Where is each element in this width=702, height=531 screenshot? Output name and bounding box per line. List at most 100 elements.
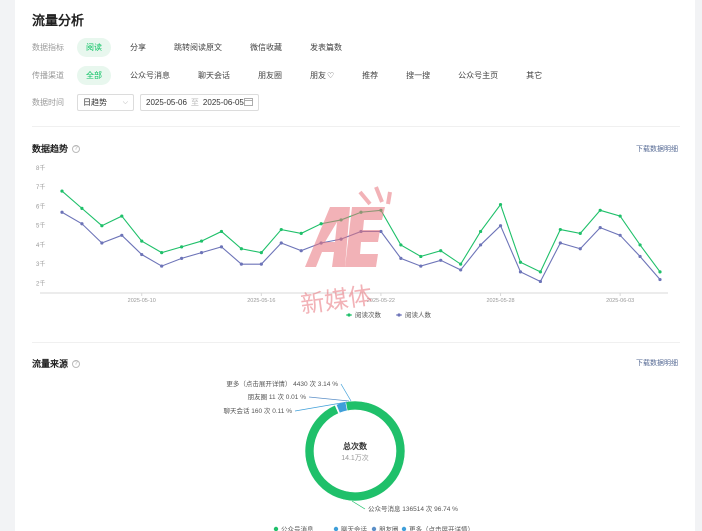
donut-legend-label: 更多（点击展开详情） xyxy=(409,525,474,531)
data-point xyxy=(498,224,503,228)
legend-swatch-dot xyxy=(397,313,401,317)
data-point xyxy=(558,241,562,245)
donut-center-value: 14.1万次 xyxy=(341,453,369,462)
time-row-label: 数据时间 xyxy=(32,98,64,107)
data-point xyxy=(598,208,602,212)
data-point xyxy=(578,231,582,235)
source-title: 流量来源 ? xyxy=(32,357,81,370)
donut-legend-swatch xyxy=(333,526,339,531)
chip-channel-friends[interactable]: 朋友♡ xyxy=(301,66,343,85)
data-point xyxy=(259,262,263,266)
data-point xyxy=(439,249,443,253)
data-point xyxy=(419,264,423,268)
data-point xyxy=(518,260,523,264)
chip-metric-share[interactable]: 分享 xyxy=(121,38,155,57)
slice-label: 更多（点击展开详情） 4430 次 3.14 % xyxy=(226,379,338,388)
donut-legend-label: 聊天会话 xyxy=(341,525,368,531)
chip-channel-friends-label: 朋友 xyxy=(310,71,326,80)
data-point xyxy=(60,210,64,214)
chip-metric-read[interactable]: 阅读 xyxy=(77,38,111,57)
date-range-picker[interactable]: 2025-05-06 至 2025-06-05 xyxy=(140,94,259,111)
data-point xyxy=(160,264,164,268)
chip-metric-favorite[interactable]: 微信收藏 xyxy=(241,38,291,57)
trend-download-link[interactable]: 下载数据明细 xyxy=(636,144,678,154)
data-point xyxy=(299,231,303,235)
chip-channel-search[interactable]: 搜一搜 xyxy=(397,66,439,85)
chip-metric-original-link[interactable]: 跳转阅读原文 xyxy=(165,38,231,57)
chip-channel-moments[interactable]: 朋友圈 xyxy=(249,66,291,85)
data-point xyxy=(60,189,64,193)
time-filter-row: 数据时间 日趋势 ⌵ 2025-05-06 至 2025-06-05 xyxy=(32,94,259,111)
slice-leader-line xyxy=(351,500,366,510)
y-tick-label: 5千 xyxy=(36,222,45,230)
section-divider xyxy=(32,126,680,127)
data-point xyxy=(598,226,602,230)
donut-legend-swatch xyxy=(371,526,377,531)
end-date: 2025-06-05 xyxy=(202,98,244,107)
chip-channel-official-msg[interactable]: 公众号消息 xyxy=(121,66,179,85)
chip-channel-chat[interactable]: 聊天会话 xyxy=(189,66,239,85)
y-tick-label: 6千 xyxy=(36,202,45,210)
data-point xyxy=(658,277,662,282)
data-point xyxy=(359,210,363,214)
chip-channel-other[interactable]: 其它 xyxy=(517,66,551,85)
granularity-select[interactable]: 日趋势 ⌵ xyxy=(77,94,134,111)
start-date: 2025-05-06 xyxy=(146,98,187,107)
donut-legend-label: 朋友圈 xyxy=(379,525,399,531)
donut-chart: 总次数 14.1万次公众号消息 136514 次 96.74 % 聊天会话 160 … xyxy=(223,379,474,531)
channel-row-label: 传播渠道 xyxy=(32,71,64,80)
section-divider-2 xyxy=(32,342,680,343)
data-point xyxy=(140,252,144,257)
source-title-text: 流量来源 xyxy=(32,359,69,369)
trend-chart: 2千 3千 4千 5千 6千 7千 8千 2025-05-10 2025-05-16 2025-0… xyxy=(36,164,668,319)
data-point xyxy=(459,262,463,266)
data-point xyxy=(299,249,303,253)
donut-center-label: 总次数 xyxy=(343,441,368,451)
donut-legend-swatch xyxy=(401,526,407,531)
data-point xyxy=(339,237,343,241)
data-point xyxy=(219,245,224,249)
chip-channel-homepage[interactable]: 公众号主页 xyxy=(449,66,507,85)
slice-leader-line xyxy=(308,396,350,402)
source-download-link[interactable]: 下载数据明细 xyxy=(636,358,678,368)
heart-icon: ♡ xyxy=(327,71,335,80)
chevron-down-icon: ⌵ xyxy=(122,98,128,106)
data-point xyxy=(498,202,503,207)
data-point xyxy=(100,241,104,245)
y-tick-label: 3千 xyxy=(36,260,45,268)
data-point xyxy=(199,239,204,243)
help-icon[interactable]: ? xyxy=(72,144,81,153)
data-point xyxy=(180,256,184,260)
x-tick-label: 2025-06-03 xyxy=(606,298,634,304)
data-point xyxy=(379,208,383,212)
data-point xyxy=(279,241,283,245)
legend-label: 阅读次数 xyxy=(355,310,382,319)
data-point xyxy=(399,256,403,260)
slice-leader-line xyxy=(340,383,352,402)
metric-row-label: 数据指标 xyxy=(32,43,64,52)
slice-label: 公众号消息 136514 次 96.74 % xyxy=(368,504,458,513)
trend-title: 数据趋势 ? xyxy=(32,142,81,155)
chip-channel-all[interactable]: 全部 xyxy=(77,66,111,85)
data-point xyxy=(180,245,184,249)
data-point xyxy=(120,233,124,237)
donut-slice-0 xyxy=(304,400,406,502)
data-point xyxy=(479,229,483,234)
chip-channel-recommend[interactable]: 推荐 xyxy=(353,66,387,85)
page-title: 流量分析 xyxy=(32,13,85,28)
data-point xyxy=(259,251,263,255)
data-point xyxy=(80,206,84,210)
data-point xyxy=(140,239,144,243)
slice-label: 朋友圈 11 次 0.01 % xyxy=(248,392,307,401)
data-point xyxy=(618,214,622,218)
data-point xyxy=(239,262,243,266)
data-point xyxy=(339,218,343,222)
data-point xyxy=(578,247,582,251)
data-point xyxy=(199,251,204,255)
granularity-value: 日趋势 xyxy=(83,98,107,107)
data-point xyxy=(120,214,124,218)
y-tick-label: 7千 xyxy=(36,183,45,191)
help-icon[interactable]: ? xyxy=(72,359,81,368)
chip-metric-post-count[interactable]: 发表篇数 xyxy=(301,38,351,57)
calendar-icon xyxy=(244,97,253,108)
